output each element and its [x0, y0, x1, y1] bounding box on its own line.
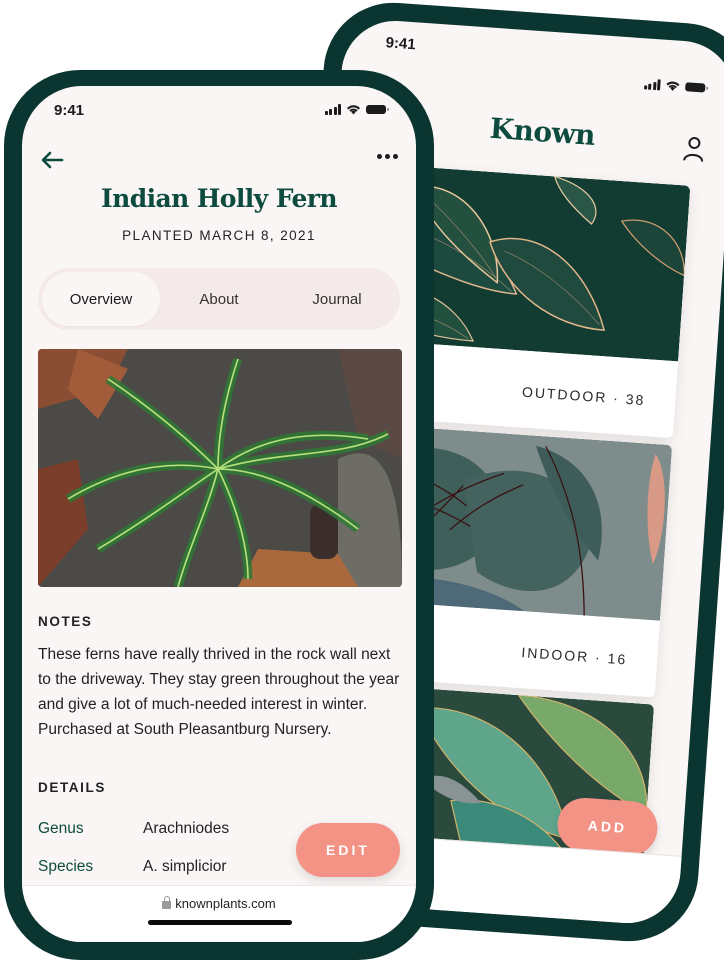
tab-about[interactable]: About	[160, 272, 278, 326]
more-options-icon[interactable]	[377, 154, 398, 159]
signal-icon	[643, 78, 661, 91]
detail-key: Species	[38, 858, 94, 875]
tab-overview[interactable]: Overview	[42, 272, 160, 326]
wifi-icon	[347, 105, 360, 115]
planted-date: PLANTED MARCH 8, 2021	[122, 228, 316, 243]
tab-journal[interactable]: Journal	[278, 272, 396, 326]
url-text: knownplants.com	[175, 896, 276, 911]
detail-value: Arachniodes	[143, 820, 230, 837]
battery-icon	[684, 82, 706, 93]
notes-heading: NOTES	[38, 614, 93, 629]
status-bar: 9:41	[22, 86, 416, 130]
plant-detail-screen: 9:41 Indian Holly Fern PLANTED MARCH 8, …	[22, 86, 416, 942]
battery-icon	[366, 105, 389, 114]
signal-icon	[324, 104, 341, 115]
wifi-icon	[666, 81, 680, 91]
browser-url-bar[interactable]: knownplants.com	[22, 885, 416, 942]
app-logo: Known	[488, 111, 597, 153]
edit-button[interactable]: EDIT	[296, 823, 400, 877]
detail-value: A. simplicior	[143, 858, 227, 875]
status-bar: 9:41	[342, 17, 724, 93]
detail-row-genus: Genus Arachniodes	[38, 820, 229, 838]
detail-row-species: Species A. simplicior	[38, 858, 227, 876]
profile-icon[interactable]	[682, 135, 706, 162]
home-indicator	[148, 920, 292, 925]
front-phone-frame: 9:41 Indian Holly Fern PLANTED MARCH 8, …	[4, 70, 434, 960]
plant-photo	[38, 349, 402, 587]
status-time: 9:41	[54, 102, 85, 119]
lock-icon	[162, 896, 172, 909]
details-heading: DETAILS	[38, 780, 106, 795]
status-time: 9:41	[385, 34, 417, 54]
notes-text: These ferns have really thrived in the r…	[38, 646, 400, 738]
back-arrow-icon[interactable]	[40, 150, 64, 170]
detail-key: Genus	[38, 820, 84, 837]
tab-bar: Overview About Journal	[38, 268, 400, 330]
plant-title: Indian Holly Fern	[101, 184, 337, 213]
